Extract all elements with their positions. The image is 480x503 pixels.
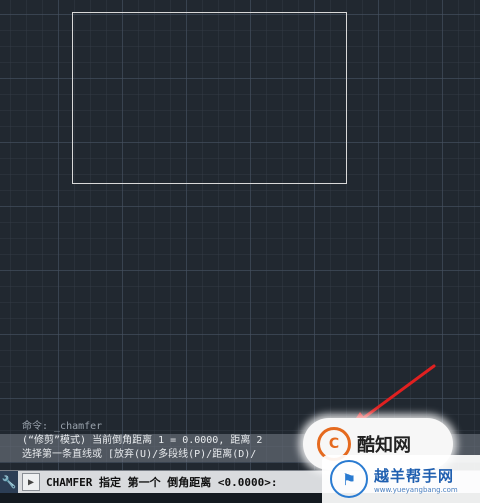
yueyang-title: 越羊帮手网: [374, 466, 455, 485]
command-line-input[interactable]: CHAMFER 指定 第一个 倒角距离 <0.0000>:: [46, 474, 277, 490]
drawn-rectangle[interactable]: [72, 12, 347, 184]
yueyang-url: www.yueyangbang.com: [374, 485, 458, 494]
yueyang-logo-icon: ⚑: [330, 460, 368, 498]
kuzhi-name: 酷知网: [357, 435, 411, 456]
command-prompt-icon[interactable]: ▶: [22, 473, 40, 491]
watermark-yueyang: ⚑ 越羊帮手网 www.yueyangbang.com: [322, 455, 480, 503]
wrench-icon[interactable]: 🔧: [0, 471, 18, 493]
